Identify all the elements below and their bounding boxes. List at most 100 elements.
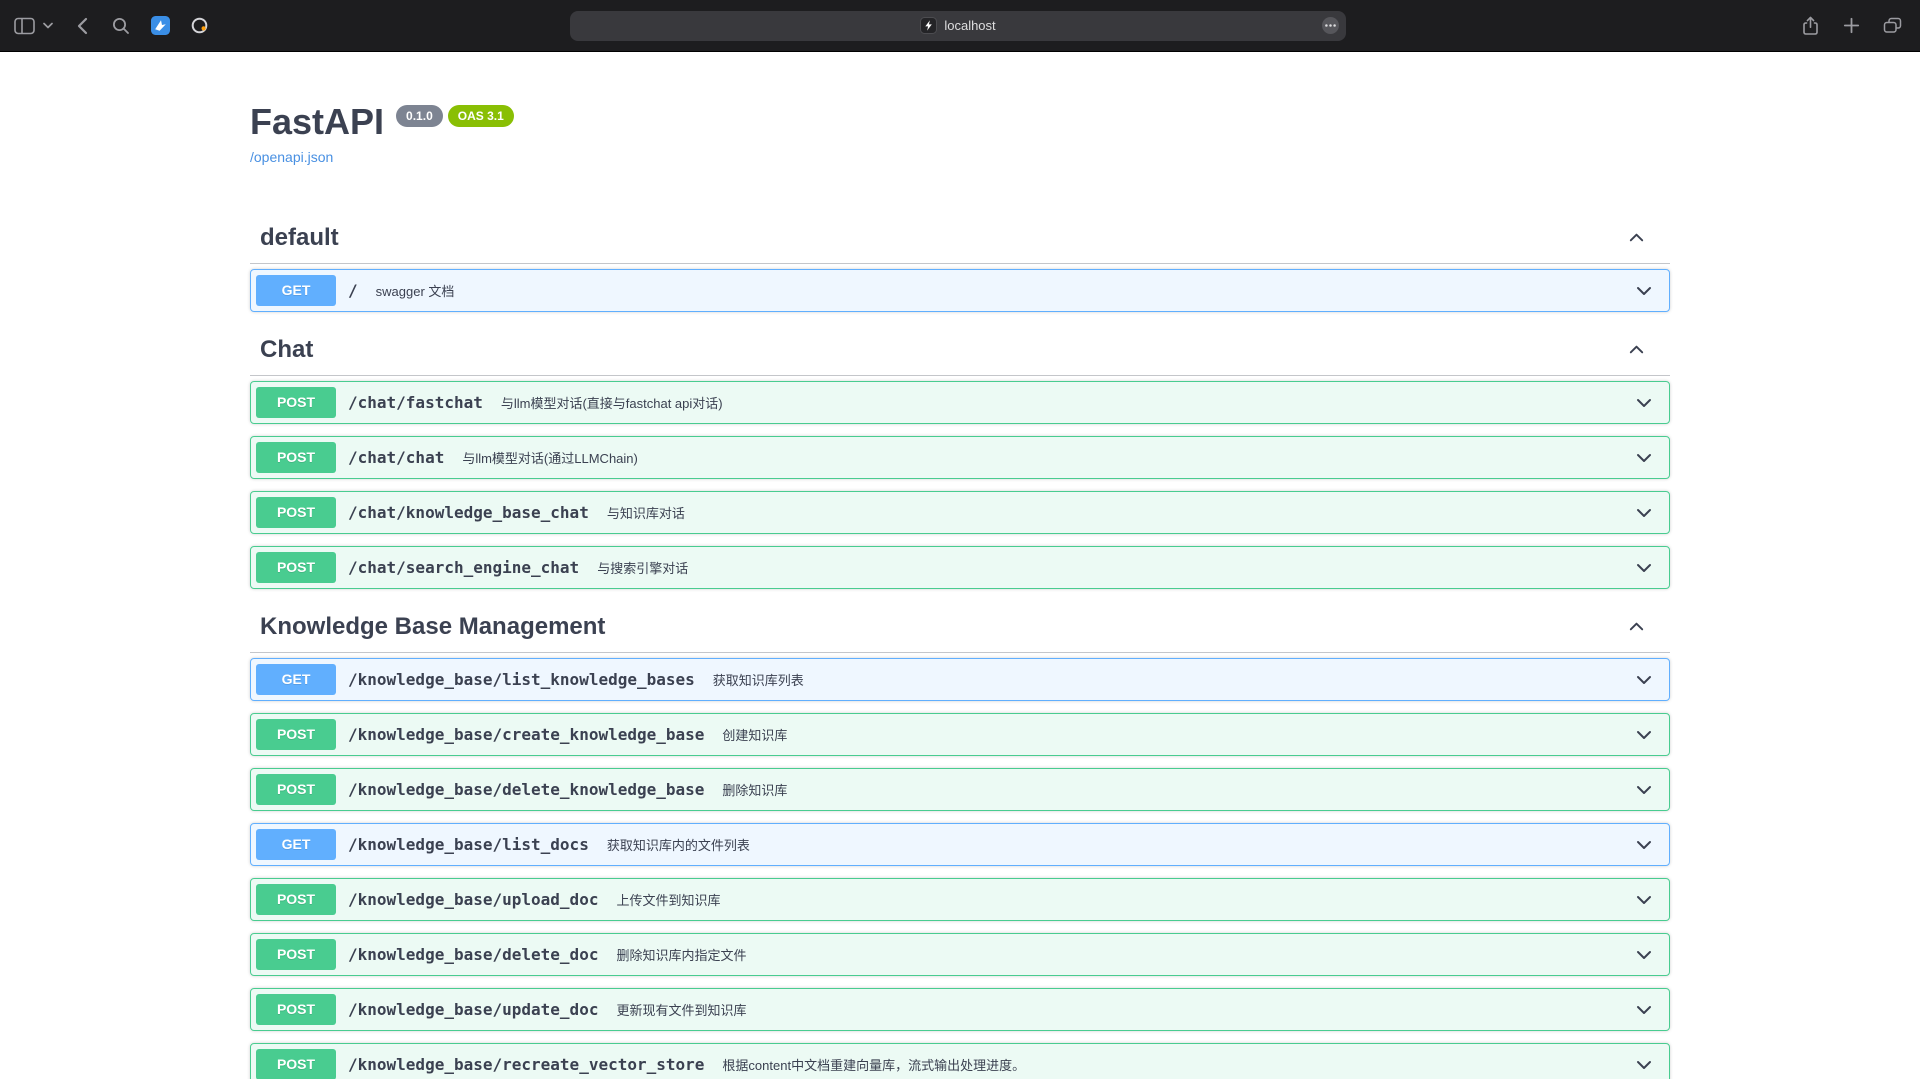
api-section: Knowledge Base Management GET /knowledge… — [250, 601, 1670, 1079]
openapi-link[interactable]: /openapi.json — [250, 149, 333, 166]
url-text: localhost — [944, 18, 995, 33]
operation-list: GET / swagger 文档 — [250, 264, 1670, 312]
operation-description: 与llm模型对话(通过LLMChain) — [456, 448, 1624, 467]
operation-method-badge: POST — [256, 442, 336, 473]
api-title-text: FastAPI — [250, 102, 384, 142]
tab-overview-icon[interactable] — [1882, 13, 1902, 39]
operation-path: /chat/knowledge_base_chat — [336, 503, 601, 523]
operation-method-badge: GET — [256, 664, 336, 695]
operation-path: /knowledge_base/delete_doc — [336, 945, 610, 965]
chevron-up-icon[interactable] — [1627, 617, 1646, 636]
operation-path: /chat/fastchat — [336, 393, 495, 413]
operation-description: 获取知识库内的文件列表 — [601, 835, 1624, 854]
site-favicon-icon — [920, 17, 937, 34]
operation-list: GET /knowledge_base/list_knowledge_bases… — [250, 653, 1670, 1079]
operation-summary[interactable]: POST /knowledge_base/upload_doc 上传文件到知识库 — [251, 879, 1669, 920]
operation-summary[interactable]: POST /chat/knowledge_base_chat 与知识库对话 — [251, 492, 1669, 533]
chevron-down-icon[interactable] — [1624, 281, 1664, 301]
operation-row: GET /knowledge_base/list_docs 获取知识库内的文件列… — [250, 823, 1670, 866]
operation-path: /knowledge_base/list_docs — [336, 835, 601, 855]
operation-description: 删除知识库内指定文件 — [610, 945, 1624, 964]
operation-path: / — [336, 281, 370, 301]
operation-row: POST /chat/knowledge_base_chat 与知识库对话 — [250, 491, 1670, 534]
chevron-up-icon[interactable] — [1627, 340, 1646, 359]
operation-method-badge: POST — [256, 774, 336, 805]
operation-list: POST /chat/fastchat 与llm模型对话(直接与fastchat… — [250, 376, 1670, 589]
operation-row: POST /knowledge_base/delete_doc 删除知识库内指定… — [250, 933, 1670, 976]
operation-row: GET /knowledge_base/list_knowledge_bases… — [250, 658, 1670, 701]
browser-toolbar: localhost — [0, 0, 1920, 52]
chevron-down-icon[interactable] — [1624, 1000, 1664, 1020]
back-icon[interactable] — [72, 13, 92, 39]
operation-description: 上传文件到知识库 — [610, 890, 1624, 909]
operation-path: /knowledge_base/update_doc — [336, 1000, 610, 1020]
section-title: default — [260, 222, 1627, 253]
chevron-down-icon[interactable] — [1624, 725, 1664, 745]
operation-path: /knowledge_base/create_knowledge_base — [336, 725, 716, 745]
operation-method-badge: POST — [256, 387, 336, 418]
chevron-down-icon[interactable] — [1624, 1055, 1664, 1075]
page-title: FastAPI 0.1.0 OAS 3.1 — [250, 102, 1670, 142]
url-bar[interactable]: localhost — [570, 11, 1346, 41]
operation-summary[interactable]: GET /knowledge_base/list_docs 获取知识库内的文件列… — [251, 824, 1669, 865]
chevron-down-icon[interactable] — [1624, 558, 1664, 578]
chevron-down-icon[interactable] — [1624, 945, 1664, 965]
operation-description: 与llm模型对话(直接与fastchat api对话) — [495, 393, 1624, 412]
operation-summary[interactable]: POST /chat/search_engine_chat 与搜索引擎对话 — [251, 547, 1669, 588]
operation-summary[interactable]: GET /knowledge_base/list_knowledge_bases… — [251, 659, 1669, 700]
swagger-page: FastAPI 0.1.0 OAS 3.1 /openapi.json defa… — [0, 52, 1920, 1079]
chevron-down-icon[interactable] — [1624, 448, 1664, 468]
operation-summary[interactable]: POST /knowledge_base/update_doc 更新现有文件到知… — [251, 989, 1669, 1030]
operation-path: /chat/chat — [336, 448, 456, 468]
operation-summary[interactable]: POST /knowledge_base/recreate_vector_sto… — [251, 1044, 1669, 1079]
operation-path: /knowledge_base/delete_knowledge_base — [336, 780, 716, 800]
chevron-up-icon[interactable] — [1627, 228, 1646, 247]
operation-method-badge: POST — [256, 939, 336, 970]
api-info: FastAPI 0.1.0 OAS 3.1 /openapi.json — [250, 102, 1670, 167]
extension-ring-icon[interactable] — [189, 13, 209, 39]
operation-row: GET / swagger 文档 — [250, 269, 1670, 312]
operation-row: POST /chat/search_engine_chat 与搜索引擎对话 — [250, 546, 1670, 589]
operation-method-badge: GET — [256, 275, 336, 306]
api-badges: 0.1.0 OAS 3.1 — [396, 105, 514, 127]
operation-method-badge: POST — [256, 994, 336, 1025]
operation-description: 与知识库对话 — [601, 503, 1624, 522]
search-icon[interactable] — [111, 13, 131, 39]
operation-method-badge: GET — [256, 829, 336, 860]
new-tab-icon[interactable] — [1841, 13, 1861, 39]
version-badge: 0.1.0 — [396, 105, 443, 127]
operation-summary[interactable]: POST /chat/chat 与llm模型对话(通过LLMChain) — [251, 437, 1669, 478]
operation-summary[interactable]: POST /chat/fastchat 与llm模型对话(直接与fastchat… — [251, 382, 1669, 423]
operation-summary[interactable]: POST /knowledge_base/delete_knowledge_ba… — [251, 769, 1669, 810]
page-menu-icon[interactable] — [1321, 16, 1340, 35]
chevron-down-icon[interactable] — [1624, 780, 1664, 800]
chevron-down-icon[interactable] — [1624, 393, 1664, 413]
operation-row: POST /chat/fastchat 与llm模型对话(直接与fastchat… — [250, 381, 1670, 424]
operation-row: POST /knowledge_base/update_doc 更新现有文件到知… — [250, 988, 1670, 1031]
toolbar-chevron-down-icon[interactable] — [43, 13, 53, 39]
section-header[interactable]: Knowledge Base Management — [250, 601, 1670, 653]
operation-row: POST /knowledge_base/recreate_vector_sto… — [250, 1043, 1670, 1079]
operation-method-badge: POST — [256, 884, 336, 915]
operation-description: 创建知识库 — [716, 725, 1624, 744]
chevron-down-icon[interactable] — [1624, 670, 1664, 690]
operation-path: /knowledge_base/list_knowledge_bases — [336, 670, 707, 690]
section-title: Knowledge Base Management — [260, 611, 1627, 642]
chevron-down-icon[interactable] — [1624, 890, 1664, 910]
section-header[interactable]: default — [250, 212, 1670, 264]
chevron-down-icon[interactable] — [1624, 503, 1664, 523]
operation-description: 根据content中文档重建向量库，流式输出处理进度。 — [716, 1055, 1624, 1074]
operation-description: swagger 文档 — [370, 281, 1624, 300]
extension-blue-icon[interactable] — [150, 13, 170, 39]
operation-summary[interactable]: POST /knowledge_base/delete_doc 删除知识库内指定… — [251, 934, 1669, 975]
operation-description: 与搜索引擎对话 — [591, 558, 1624, 577]
sidebar-toggle-icon[interactable] — [14, 13, 35, 39]
operation-summary[interactable]: GET / swagger 文档 — [251, 270, 1669, 311]
operation-method-badge: POST — [256, 497, 336, 528]
section-header[interactable]: Chat — [250, 324, 1670, 376]
chevron-down-icon[interactable] — [1624, 835, 1664, 855]
operation-row: POST /chat/chat 与llm模型对话(通过LLMChain) — [250, 436, 1670, 479]
operation-summary[interactable]: POST /knowledge_base/create_knowledge_ba… — [251, 714, 1669, 755]
share-icon[interactable] — [1800, 13, 1820, 39]
operation-method-badge: POST — [256, 719, 336, 750]
